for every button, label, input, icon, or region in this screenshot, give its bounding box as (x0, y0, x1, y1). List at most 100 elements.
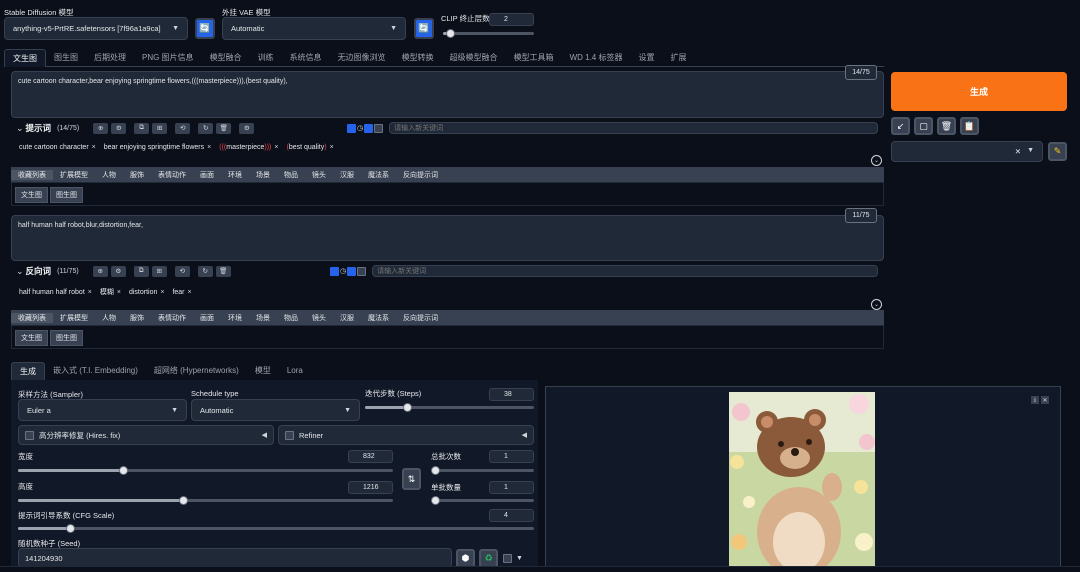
prompt-tag[interactable]: half human half robot × (19, 289, 92, 296)
styles-select[interactable]: ✕ ▼ (891, 141, 1043, 162)
close-icon[interactable]: × (188, 289, 192, 296)
tab-settings[interactable]: 设置 (630, 49, 662, 66)
cfg-input[interactable]: 4 (489, 509, 534, 522)
category-clothing[interactable]: 服饰 (123, 170, 151, 180)
paste-icon[interactable]: ⊞ (151, 265, 167, 277)
batch-count-slider-knob[interactable] (431, 466, 440, 475)
collapse-left-icon[interactable]: ◀ (522, 431, 527, 439)
refresh-icon[interactable]: ↻ (198, 122, 214, 134)
sd-model-select[interactable]: anything-v5-PrtRE.safetensors [7f96a1a9c… (4, 17, 188, 40)
schedule-select[interactable]: Automatic ▼ (191, 399, 360, 421)
prompt-tag[interactable]: distortion × (129, 289, 165, 296)
checkbox-icon[interactable] (357, 266, 367, 276)
history-icon[interactable]: ⟲ (174, 265, 190, 277)
close-icon[interactable]: × (330, 144, 334, 151)
close-icon[interactable]: × (117, 289, 121, 296)
category-magic[interactable]: 魔法系 (361, 313, 396, 323)
collapse-icon[interactable]: ⌄ (16, 123, 24, 134)
category-hanfu[interactable]: 汉服 (333, 313, 361, 323)
generated-image[interactable] (729, 392, 875, 571)
tab-model-convert[interactable]: 模型转换 (394, 49, 442, 66)
checkbox-icon[interactable] (347, 123, 356, 133)
seed-input[interactable]: 141204930 (18, 548, 452, 568)
copy-icon[interactable]: ⧉ (134, 122, 150, 134)
checkbox-icon[interactable] (347, 266, 357, 276)
category-ext-models[interactable]: 扩展模型 (53, 170, 95, 180)
category-scene[interactable]: 场景 (249, 170, 277, 180)
download-icon[interactable]: ⤓ (1031, 396, 1039, 404)
tab-sysinfo[interactable]: 系统信息 (282, 49, 330, 66)
prompt-tag[interactable]: (((masterpiece))) × (219, 144, 278, 151)
clip-slider-knob[interactable] (446, 29, 456, 38)
category-camera[interactable]: 镜头 (305, 313, 333, 323)
clear-icon[interactable]: ✕ (1015, 147, 1021, 156)
category-camera[interactable]: 镜头 (305, 170, 333, 180)
refresh-vae-button[interactable]: 🔄 (414, 18, 434, 39)
height-slider-knob[interactable] (179, 496, 188, 505)
prompt-tag[interactable]: (best quality) × (286, 144, 333, 151)
batch-size-slider[interactable] (431, 496, 534, 505)
category-items[interactable]: 物品 (277, 313, 305, 323)
refresh-model-button[interactable]: 🔄 (195, 18, 215, 39)
tab-super-merge[interactable]: 超级模型融合 (442, 49, 506, 66)
tab-checkpoints[interactable]: 模型 (247, 362, 279, 379)
hires-checkbox[interactable] (25, 430, 34, 440)
close-icon[interactable]: × (274, 144, 278, 151)
clip-input[interactable]: 2 (489, 13, 534, 26)
expand-icon[interactable]: ⌄ (871, 299, 882, 310)
checkbox-icon[interactable] (374, 123, 384, 133)
cfg-slider[interactable] (18, 524, 534, 533)
category-clothing[interactable]: 服饰 (123, 313, 151, 323)
tab-model-toolkit[interactable]: 模型工具箱 (506, 49, 562, 66)
seed-extra-toggle[interactable]: ▼ (503, 554, 523, 563)
width-slider-knob[interactable] (119, 466, 128, 475)
close-icon[interactable]: × (88, 289, 92, 296)
edit-styles-button[interactable]: ✎ (1048, 142, 1067, 161)
batch-count-slider[interactable] (431, 466, 534, 475)
category-favorites[interactable]: 收藏列表 (11, 169, 53, 180)
cfg-slider-knob[interactable] (65, 524, 75, 533)
translate-icon[interactable]: ⊕ (92, 265, 108, 277)
category-environment[interactable]: 环境 (221, 313, 249, 323)
trash-icon[interactable]: 🗑 (216, 122, 232, 134)
category-ext-models[interactable]: 扩展模型 (53, 313, 95, 323)
close-icon[interactable]: ✕ (1041, 396, 1049, 404)
height-input[interactable]: 1216 (348, 481, 393, 494)
swap-dimensions-button[interactable]: ⇅ (402, 468, 421, 490)
refresh-icon[interactable]: ↻ (197, 265, 213, 277)
category-items[interactable]: 物品 (277, 170, 305, 180)
tab-hypernetworks[interactable]: 超网络 (Hypernetworks) (146, 362, 247, 379)
category-expression[interactable]: 表情动作 (151, 170, 193, 180)
extra-checkbox[interactable] (503, 554, 512, 563)
category-picture[interactable]: 画面 (193, 313, 221, 323)
positive-keyword-input[interactable] (389, 122, 878, 134)
square-icon[interactable]: ▢ (914, 117, 933, 135)
tab-extras[interactable]: 后期处理 (86, 49, 134, 66)
prompt-tag[interactable]: bear enjoying springtime flowers × (104, 144, 211, 151)
tab-generate[interactable]: 生成 (11, 361, 45, 380)
checkbox-icon[interactable] (330, 266, 339, 276)
close-icon[interactable]: × (160, 289, 164, 296)
gear-icon[interactable]: ⚙ (239, 122, 255, 134)
category-people[interactable]: 人物 (95, 313, 123, 323)
width-input[interactable]: 832 (348, 450, 393, 463)
prompt-tag[interactable]: 模糊 × (100, 287, 121, 297)
category-picture[interactable]: 画面 (193, 170, 221, 180)
steps-input[interactable]: 38 (489, 388, 534, 401)
clip-slider[interactable] (443, 29, 534, 38)
tab-image-browser[interactable]: 无边图像浏览 (330, 49, 394, 66)
sampler-select[interactable]: Euler a ▼ (18, 399, 187, 421)
hires-fix-panel[interactable]: 高分辨率修复 (Hires. fix) ◀ (18, 425, 274, 445)
history-icon[interactable]: ⟲ (175, 122, 191, 134)
batch-size-slider-knob[interactable] (431, 496, 440, 505)
trash-icon[interactable]: 🗑 (937, 117, 956, 135)
category-negative[interactable]: 反向提示词 (396, 170, 445, 180)
close-icon[interactable]: × (207, 144, 211, 151)
trash-icon[interactable]: 🗑 (215, 265, 231, 277)
tab-extensions[interactable]: 扩展 (662, 49, 694, 66)
collapse-left-icon[interactable]: ◀ (262, 431, 267, 439)
arrow-icon[interactable]: ↙ (891, 117, 910, 135)
subtab-img2img[interactable]: 图生图 (50, 187, 83, 203)
tab-wd-tagger[interactable]: WD 1.4 标签器 (562, 49, 631, 66)
tab-img2img[interactable]: 图生图 (46, 49, 86, 66)
